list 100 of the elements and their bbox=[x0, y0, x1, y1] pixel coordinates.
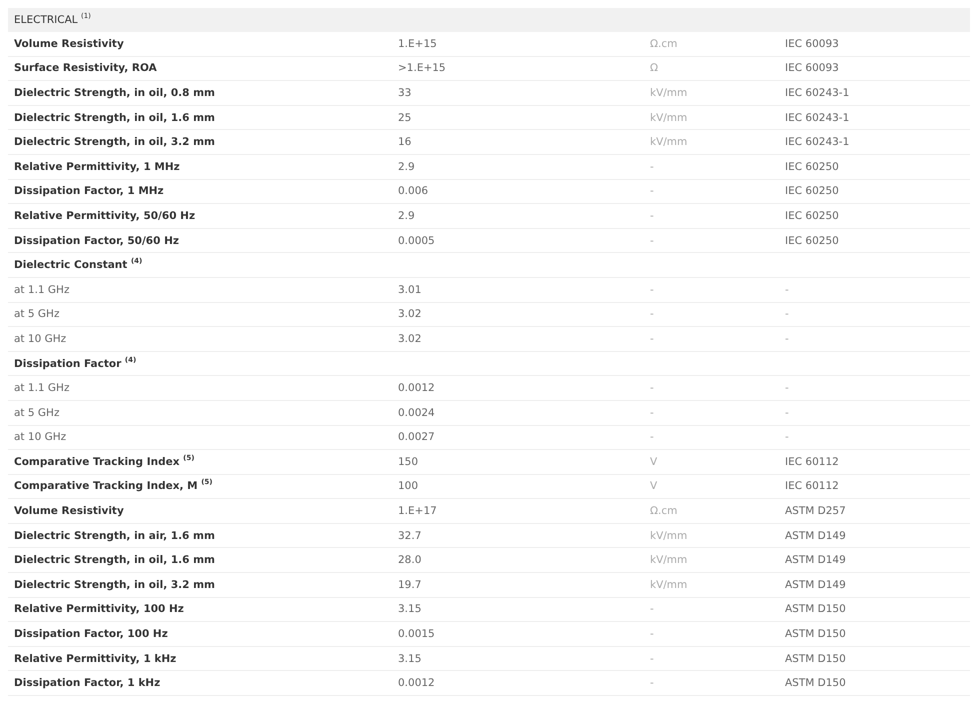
value-cell: 19.7 bbox=[398, 578, 422, 591]
condition-label: at 1.1 GHz bbox=[14, 382, 70, 394]
standard-cell: IEC 60112 bbox=[785, 480, 839, 492]
unit-cell: - bbox=[650, 210, 654, 222]
standard-cell: IEC 60250 bbox=[785, 234, 839, 247]
unit-cell: - bbox=[650, 406, 654, 419]
property-name: Relative Permittivity, 1 MHz bbox=[14, 160, 180, 173]
unit-cell: Ω bbox=[650, 62, 658, 74]
standard-cell: IEC 60250 bbox=[785, 160, 839, 173]
standard-cell: IEC 60243-1 bbox=[785, 86, 850, 99]
property-name: Dissipation Factor, 1 kHz bbox=[14, 677, 160, 690]
property-name: Relative Permittivity, 50/60 Hz bbox=[14, 210, 196, 222]
standard-cell: IEC 60093 bbox=[785, 62, 839, 74]
property-name: Dielectric Strength, in oil, 0.8 mm bbox=[14, 86, 215, 99]
property-name: Relative Permittivity, 100 Hz bbox=[14, 603, 184, 616]
property-name: Volume Resistivity bbox=[14, 38, 124, 50]
standard-cell: ASTM D149 bbox=[785, 530, 846, 542]
value-cell: 25 bbox=[398, 112, 412, 124]
unit-cell: - bbox=[650, 431, 654, 444]
unit-cell: - bbox=[650, 308, 654, 320]
unit-cell: - bbox=[650, 160, 654, 173]
value-cell: 0.0012 bbox=[398, 382, 435, 394]
property-name: Dielectric Strength, in oil, 1.6 mm bbox=[14, 554, 215, 566]
condition-label: at 10 GHz bbox=[14, 332, 66, 345]
value-cell: 100 bbox=[398, 480, 418, 492]
value-cell: 1.E+17 bbox=[398, 505, 437, 518]
unit-cell: Ω.cm bbox=[650, 505, 678, 518]
value-cell: 150 bbox=[398, 456, 418, 468]
standard-cell: - bbox=[785, 382, 789, 394]
unit-cell: - bbox=[650, 382, 654, 394]
unit-cell: kV/mm bbox=[650, 136, 688, 148]
unit-cell: - bbox=[650, 677, 654, 690]
standard-cell: ASTM D150 bbox=[785, 628, 846, 640]
value-cell: >1.E+15 bbox=[398, 62, 446, 74]
value-cell: 0.0027 bbox=[398, 431, 435, 444]
value-cell: 3.15 bbox=[398, 603, 422, 616]
value-cell: 0.0005 bbox=[398, 234, 435, 247]
unit-cell: - bbox=[650, 628, 654, 640]
unit-cell: kV/mm bbox=[650, 112, 688, 124]
unit-cell: kV/mm bbox=[650, 86, 688, 99]
group-heading: Dissipation Factor $^{(4)}$ bbox=[14, 358, 136, 370]
value-cell: 3.02 bbox=[398, 332, 422, 345]
value-cell: 33 bbox=[398, 86, 412, 99]
value-cell: 28.0 bbox=[398, 554, 422, 566]
value-cell: 3.02 bbox=[398, 308, 422, 320]
unit-cell: - bbox=[650, 603, 654, 616]
standard-cell: - bbox=[785, 431, 789, 444]
standard-cell: ASTM D150 bbox=[785, 677, 846, 690]
unit-cell: V bbox=[650, 456, 658, 468]
value-cell: 3.15 bbox=[398, 652, 422, 665]
standard-cell: ASTM D149 bbox=[785, 554, 846, 566]
standard-cell: - bbox=[785, 406, 789, 419]
unit-cell: - bbox=[650, 332, 654, 345]
value-cell: 16 bbox=[398, 136, 412, 148]
unit-cell: kV/mm bbox=[650, 578, 688, 591]
value-cell: 0.0024 bbox=[398, 406, 435, 419]
unit-cell: V bbox=[650, 480, 658, 492]
unit-cell: - bbox=[650, 284, 654, 296]
condition-label: at 1.1 GHz bbox=[14, 284, 70, 296]
standard-cell: IEC 60243-1 bbox=[785, 112, 850, 124]
unit-cell: - bbox=[650, 185, 654, 198]
condition-label: at 10 GHz bbox=[14, 431, 66, 444]
property-name: Dielectric Strength, in oil, 3.2 mm bbox=[14, 136, 215, 148]
property-name: Dielectric Strength, in air, 1.6 mm bbox=[14, 530, 215, 542]
value-cell: 0.006 bbox=[398, 185, 428, 198]
value-cell: 32.7 bbox=[398, 530, 422, 542]
group-heading: Dielectric Constant $^{(4)}$ bbox=[14, 259, 142, 272]
standard-cell: ASTM D150 bbox=[785, 603, 846, 616]
value-cell: 1.E+15 bbox=[398, 38, 437, 50]
property-name: Comparative Tracking Index $^{(5)}$ bbox=[14, 456, 194, 468]
property-name: Dissipation Factor, 1 MHz bbox=[14, 185, 164, 198]
standard-cell: IEC 60250 bbox=[785, 210, 839, 222]
property-name: Surface Resistivity, ROA bbox=[14, 62, 157, 74]
property-name: Dissipation Factor, 50/60 Hz bbox=[14, 234, 179, 247]
condition-label: at 5 GHz bbox=[14, 308, 60, 320]
value-cell: 0.0015 bbox=[398, 628, 435, 640]
property-name: Relative Permittivity, 1 kHz bbox=[14, 652, 176, 665]
property-name: Dissipation Factor, 100 Hz bbox=[14, 628, 168, 640]
unit-cell: - bbox=[650, 652, 654, 665]
standard-cell: - bbox=[785, 284, 789, 296]
value-cell: 2.9 bbox=[398, 160, 415, 173]
condition-label: at 5 GHz bbox=[14, 406, 60, 419]
standard-cell: ASTM D150 bbox=[785, 652, 846, 665]
standard-cell: IEC 60112 bbox=[785, 456, 839, 468]
unit-cell: kV/mm bbox=[650, 554, 688, 566]
standard-cell: IEC 60093 bbox=[785, 38, 839, 50]
standard-cell: - bbox=[785, 308, 789, 320]
standard-cell: - bbox=[785, 332, 789, 345]
unit-cell: kV/mm bbox=[650, 530, 688, 542]
standard-cell: ASTM D257 bbox=[785, 505, 846, 518]
standard-cell: IEC 60243-1 bbox=[785, 136, 850, 148]
property-name: Volume Resistivity bbox=[14, 505, 124, 518]
value-cell: 3.01 bbox=[398, 284, 422, 296]
value-cell: 0.0012 bbox=[398, 677, 435, 690]
property-name: Comparative Tracking Index, M $^{(5)}$ bbox=[14, 480, 213, 492]
standard-cell: IEC 60250 bbox=[785, 185, 839, 198]
value-cell: 2.9 bbox=[398, 210, 415, 222]
property-name: Dielectric Strength, in oil, 1.6 mm bbox=[14, 112, 215, 124]
unit-cell: - bbox=[650, 234, 654, 247]
standard-cell: ASTM D149 bbox=[785, 578, 846, 591]
